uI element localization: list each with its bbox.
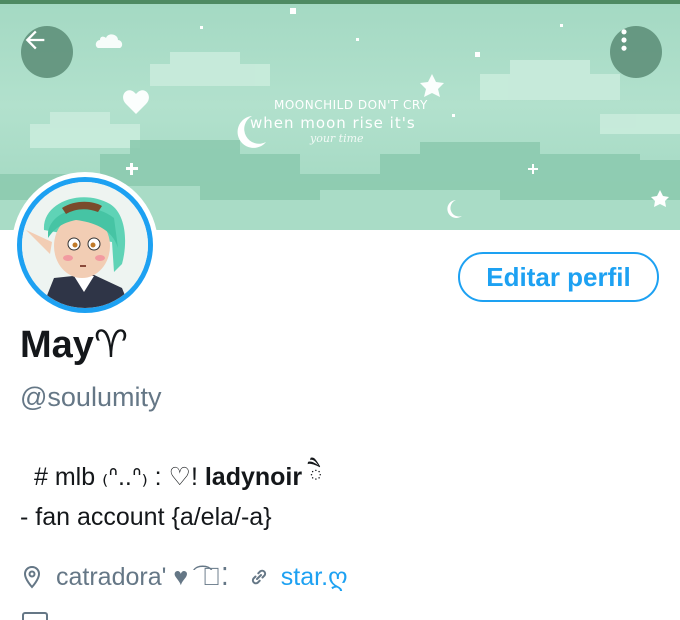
bio-line-1-suffix: ཻ xyxy=(302,463,323,491)
more-options-button[interactable] xyxy=(610,26,662,78)
link-icon xyxy=(251,569,266,585)
calendar-icon xyxy=(22,612,48,620)
more-vertical-icon xyxy=(621,29,627,51)
profile-handle: @soulumity xyxy=(20,382,162,412)
back-button[interactable] xyxy=(21,26,73,78)
avatar-border xyxy=(17,177,153,313)
location-pin-icon xyxy=(23,565,41,589)
profile-location: catradora' ♥ ͡ ⃝⁚ xyxy=(56,563,229,591)
avatar-illustration xyxy=(22,182,148,308)
profile-display-name: May♈ xyxy=(20,324,128,366)
banner-line-2: when moon rise it's xyxy=(250,114,416,132)
bio-line-1-bold: ladynoir xyxy=(204,463,303,491)
bio-line-1-prefix: # mlb ₍ᐢ..ᐢ₎ : ♡! xyxy=(34,463,205,491)
avatar[interactable] xyxy=(12,172,158,318)
banner-text: MOONCHILD DON'T CRY when moon rise it's … xyxy=(250,98,450,145)
profile-meta-row: catradora' ♥ ͡ ⃝⁚ star.ღ xyxy=(20,562,348,592)
profile-website-link[interactable]: star.ღ xyxy=(281,562,348,592)
edit-profile-button[interactable]: Editar perfil xyxy=(458,252,659,302)
arrow-left-icon xyxy=(25,30,45,50)
banner-line-1: MOONCHILD DON'T CRY xyxy=(274,98,428,112)
avatar-image xyxy=(22,182,148,308)
banner-line-3: your time xyxy=(310,132,364,145)
bio-line-2: - fan account {a/ela/-a} xyxy=(20,503,272,531)
